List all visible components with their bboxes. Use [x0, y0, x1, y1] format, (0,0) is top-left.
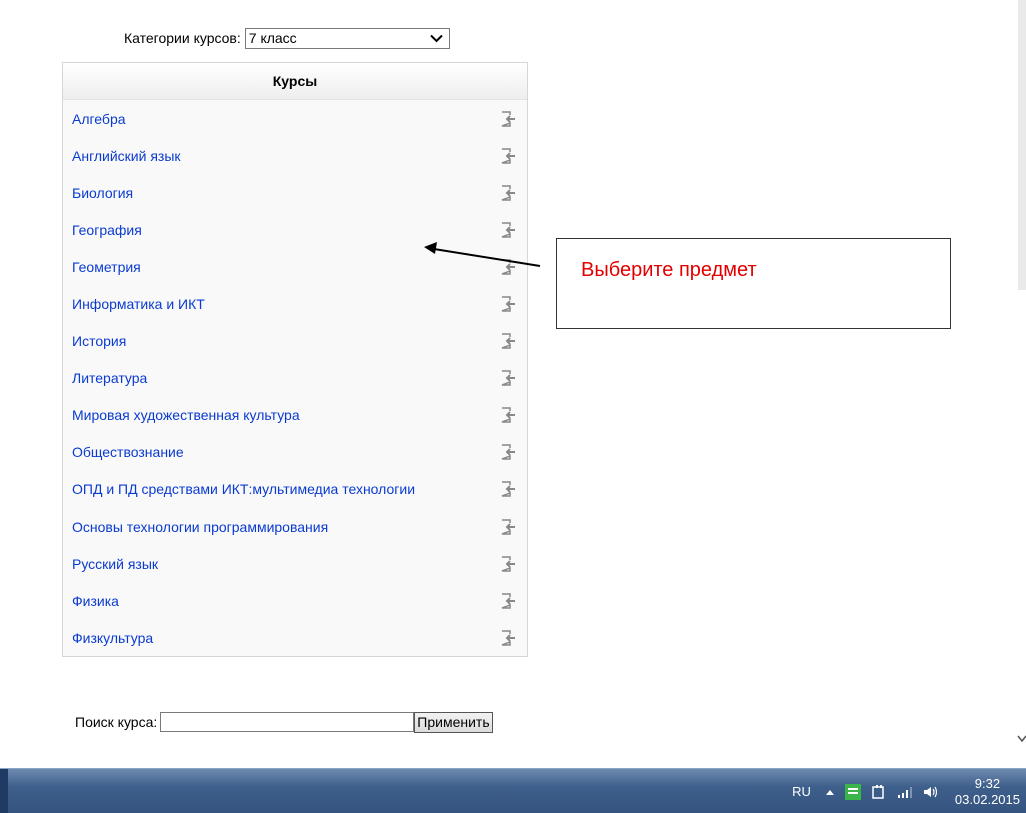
enter-course-icon[interactable] — [499, 369, 517, 387]
annotation-box: Выберите предмет — [556, 238, 951, 329]
course-row: Обществознание — [63, 434, 527, 471]
course-row: Физика — [63, 582, 527, 619]
course-link-pe[interactable]: Физкультура — [72, 630, 153, 646]
enter-course-icon[interactable] — [499, 295, 517, 313]
system-tray: RU 9:32 03.02.2015 — [792, 769, 1026, 813]
course-link-english[interactable]: Английский язык — [72, 148, 181, 164]
tray-app-icon[interactable] — [844, 783, 861, 800]
annotation-arrow — [424, 242, 541, 267]
course-link-physics[interactable]: Физика — [72, 593, 119, 609]
course-row: Информатика и ИКТ — [63, 285, 527, 322]
course-link-world-art[interactable]: Мировая художественная культура — [72, 407, 300, 423]
enter-course-icon[interactable] — [499, 110, 517, 128]
course-row: Литература — [63, 360, 527, 397]
search-input[interactable] — [160, 712, 415, 732]
enter-course-icon[interactable] — [499, 184, 517, 202]
course-link-social-studies[interactable]: Обществознание — [72, 444, 184, 460]
course-list: Алгебра Английский язык Биология Географ… — [63, 100, 527, 656]
course-link-multimedia[interactable]: ОПД и ПД средствами ИКТ:мультимедиа техн… — [72, 481, 415, 497]
category-row: Категории курсов: 7 класс — [124, 27, 450, 49]
clock-time: 9:32 — [974, 775, 1001, 791]
category-select[interactable]: 7 класс — [244, 27, 450, 49]
clock-date: 03.02.2015 — [954, 791, 1020, 807]
course-row: Русский язык — [63, 545, 527, 582]
course-link-geography[interactable]: География — [72, 222, 142, 238]
search-label: Поиск курса: — [75, 714, 158, 730]
course-row: Физкультура — [63, 619, 527, 656]
scroll-down-icon[interactable] — [1016, 728, 1026, 748]
enter-course-icon[interactable] — [499, 480, 517, 498]
course-row: Английский язык — [63, 137, 527, 174]
enter-course-icon[interactable] — [499, 332, 517, 350]
course-row: Алгебра — [63, 100, 527, 137]
course-link-algebra[interactable]: Алгебра — [72, 111, 126, 127]
course-row: История — [63, 323, 527, 360]
course-link-geometry[interactable]: Геометрия — [72, 259, 141, 275]
course-row: ОПД и ПД средствами ИКТ:мультимедиа техн… — [63, 471, 527, 508]
enter-course-icon[interactable] — [499, 443, 517, 461]
enter-course-icon[interactable] — [499, 518, 517, 536]
courses-header: Курсы — [63, 63, 527, 100]
course-link-history[interactable]: История — [72, 333, 126, 349]
show-hidden-icons-icon[interactable] — [825, 787, 835, 797]
courses-block: Курсы Алгебра Английский язык Биология Г… — [62, 62, 528, 657]
course-link-literature[interactable]: Литература — [72, 370, 147, 386]
enter-course-icon[interactable] — [499, 592, 517, 610]
page: Категории курсов: 7 класс Курсы Алгебра … — [0, 0, 1026, 813]
taskbar: RU 9:32 03.02.2015 — [0, 768, 1026, 813]
enter-course-icon[interactable] — [499, 147, 517, 165]
course-row: Основы технологии программирования — [63, 508, 527, 545]
apply-button[interactable]: Применить — [414, 711, 493, 733]
start-area[interactable] — [0, 769, 8, 813]
power-plug-icon[interactable] — [871, 784, 887, 800]
language-indicator[interactable]: RU — [792, 784, 811, 799]
clock[interactable]: 9:32 03.02.2015 — [955, 776, 1020, 808]
course-row: Биология — [63, 174, 527, 211]
course-row: Мировая художественная культура — [63, 397, 527, 434]
chevron-down-icon — [430, 34, 443, 42]
scrollbar[interactable] — [1018, 0, 1026, 290]
enter-course-icon[interactable] — [499, 629, 517, 647]
volume-icon[interactable] — [923, 785, 939, 799]
annotation-text: Выберите предмет — [581, 259, 757, 281]
search-row: Поиск курса: Применить — [75, 711, 493, 733]
enter-course-icon[interactable] — [499, 555, 517, 573]
course-link-biology[interactable]: Биология — [72, 185, 133, 201]
course-link-informatics[interactable]: Информатика и ИКТ — [72, 296, 205, 312]
course-link-russian[interactable]: Русский язык — [72, 556, 158, 572]
category-label: Категории курсов: — [124, 30, 241, 46]
category-selected-value: 7 класс — [248, 30, 297, 46]
signal-strength-icon[interactable] — [897, 785, 913, 799]
course-link-programming[interactable]: Основы технологии программирования — [72, 519, 328, 535]
enter-course-icon[interactable] — [499, 406, 517, 424]
